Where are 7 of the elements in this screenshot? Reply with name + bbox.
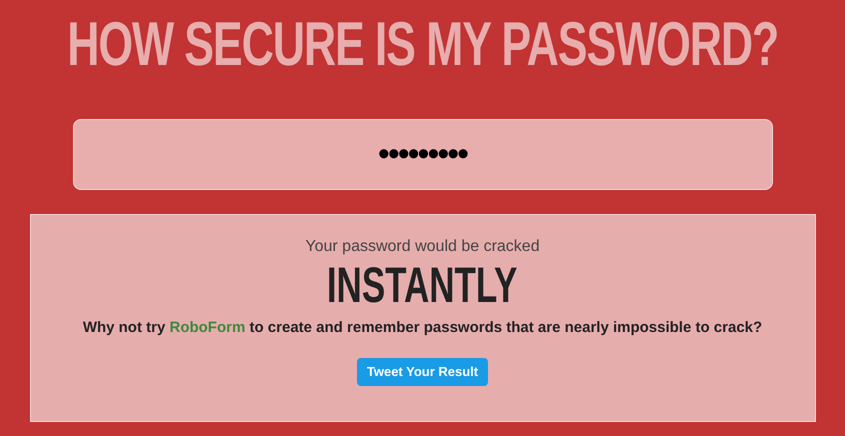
roboform-link[interactable]: RoboForm: [169, 319, 246, 336]
tweet-result-button[interactable]: Tweet Your Result: [356, 358, 488, 386]
roboform-message: Why not try RoboForm to create and remember passwords that are nearly impossible to crack?: [82, 318, 762, 338]
page-title: HOW SECURE IS MY PASSWORD?: [67, 10, 778, 80]
password-field[interactable]: •••••••••: [72, 119, 772, 190]
crack-time: INSTANTLY: [327, 259, 518, 311]
result-intro: Your password would be cracked: [305, 237, 540, 257]
